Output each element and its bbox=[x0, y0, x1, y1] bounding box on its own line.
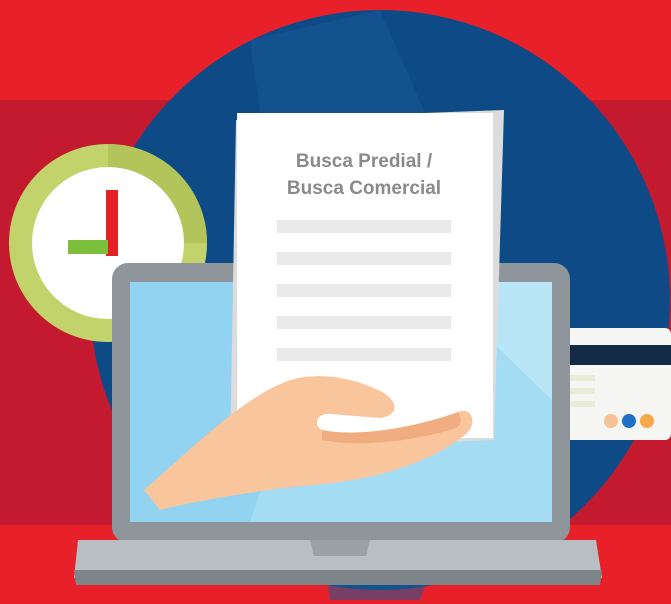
document-title-line-1: Busca Predial / bbox=[296, 151, 433, 172]
illustration: Busca Predial / Busca Comercial bbox=[0, 0, 671, 604]
clock-minute-hand bbox=[68, 240, 108, 254]
laptop-trackpad-notch bbox=[310, 540, 370, 556]
document-line bbox=[277, 284, 451, 297]
document-line bbox=[277, 316, 451, 329]
card-dot-blue bbox=[622, 414, 636, 428]
document-line bbox=[277, 220, 451, 233]
illustration-svg: Busca Predial / Busca Comercial bbox=[0, 0, 671, 604]
document-line bbox=[277, 252, 451, 265]
document-title-line-2: Busca Comercial bbox=[287, 178, 441, 199]
card-dot-orange bbox=[640, 414, 654, 428]
document-line bbox=[277, 348, 451, 361]
card-dot-peach bbox=[604, 414, 618, 428]
